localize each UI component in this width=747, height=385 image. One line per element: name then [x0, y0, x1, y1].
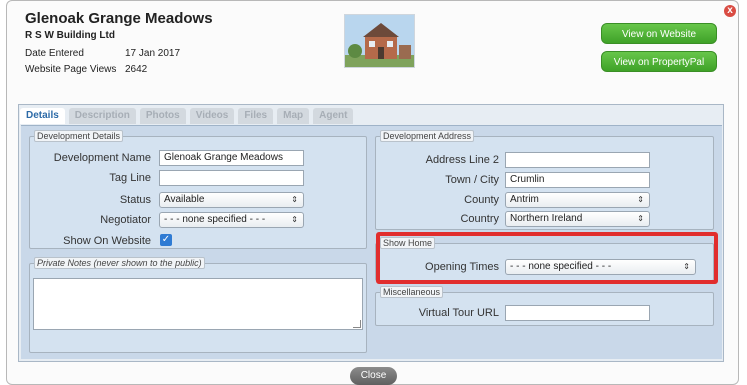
select-arrows-icon: ⇕	[637, 195, 644, 204]
close-button[interactable]: Close	[350, 367, 397, 385]
status-select[interactable]: Available ⇕	[159, 192, 304, 208]
county-select[interactable]: Antrim ⇕	[505, 192, 650, 208]
private-notes-legend: Private Notes (never shown to the public…	[34, 257, 205, 269]
development-title: Glenoak Grange Meadows	[25, 10, 213, 27]
tab-files[interactable]: Files	[238, 108, 274, 124]
town-city-label: Town / City	[445, 174, 499, 186]
development-details-group: Development Details	[29, 130, 367, 249]
negotiator-select-value: - - - none specified - - -	[164, 214, 266, 225]
development-name-label: Development Name	[53, 152, 151, 164]
development-address-legend: Development Address	[380, 130, 475, 142]
development-name-input[interactable]: Glenoak Grange Meadows	[159, 150, 304, 166]
tag-line-input[interactable]	[159, 170, 304, 186]
show-on-website-checkbox[interactable]: ✓	[160, 234, 172, 246]
development-details-legend: Development Details	[34, 130, 124, 142]
view-on-website-button[interactable]: View on Website	[601, 23, 717, 44]
tab-videos[interactable]: Videos	[189, 108, 235, 124]
close-modal-icon[interactable]: x	[724, 5, 736, 17]
select-arrows-icon: ⇕	[291, 215, 298, 224]
country-label: Country	[460, 213, 499, 225]
negotiator-label: Negotiator	[100, 214, 151, 226]
date-entered-value: 17 Jan 2017	[125, 48, 181, 59]
view-on-propertypal-button[interactable]: View on PropertyPal	[601, 51, 717, 72]
date-entered-label: Date Entered	[25, 48, 84, 59]
resize-grip-icon[interactable]	[353, 320, 361, 328]
development-thumbnail	[344, 14, 415, 68]
negotiator-select[interactable]: - - - none specified - - - ⇕	[159, 212, 304, 228]
show-home-highlight-box	[376, 232, 718, 284]
select-arrows-icon: ⇕	[291, 195, 298, 204]
builder-name: R S W Building Ltd	[25, 30, 115, 41]
virtual-tour-label: Virtual Tour URL	[418, 307, 499, 319]
address-line2-input[interactable]	[505, 152, 650, 168]
tag-line-label: Tag Line	[109, 172, 151, 184]
tab-details[interactable]: Details	[20, 108, 65, 124]
tab-description[interactable]: Description	[68, 108, 136, 124]
virtual-tour-input[interactable]	[505, 305, 650, 321]
status-select-value: Available	[164, 194, 205, 205]
county-select-value: Antrim	[510, 194, 539, 205]
tab-agent[interactable]: Agent	[313, 108, 354, 124]
tab-bar: Details Description Photos Videos Files …	[20, 108, 354, 124]
select-arrows-icon: ⇕	[637, 214, 644, 223]
show-on-website-label: Show On Website	[63, 235, 151, 247]
tab-map[interactable]: Map	[277, 108, 310, 124]
address-line2-label: Address Line 2	[425, 154, 499, 166]
status-label: Status	[119, 194, 151, 206]
private-notes-textarea[interactable]	[33, 278, 363, 330]
house-image-icon	[345, 15, 414, 67]
tab-photos[interactable]: Photos	[139, 108, 186, 124]
country-select-value: Northern Ireland	[510, 213, 583, 224]
town-city-input[interactable]: Crumlin	[505, 172, 650, 188]
county-label: County	[464, 194, 499, 206]
country-select[interactable]: Northern Ireland ⇕	[505, 211, 650, 227]
page-views-label: Website Page Views	[25, 64, 117, 75]
page-views-value: 2642	[125, 64, 148, 75]
miscellaneous-legend: Miscellaneous	[380, 286, 444, 298]
